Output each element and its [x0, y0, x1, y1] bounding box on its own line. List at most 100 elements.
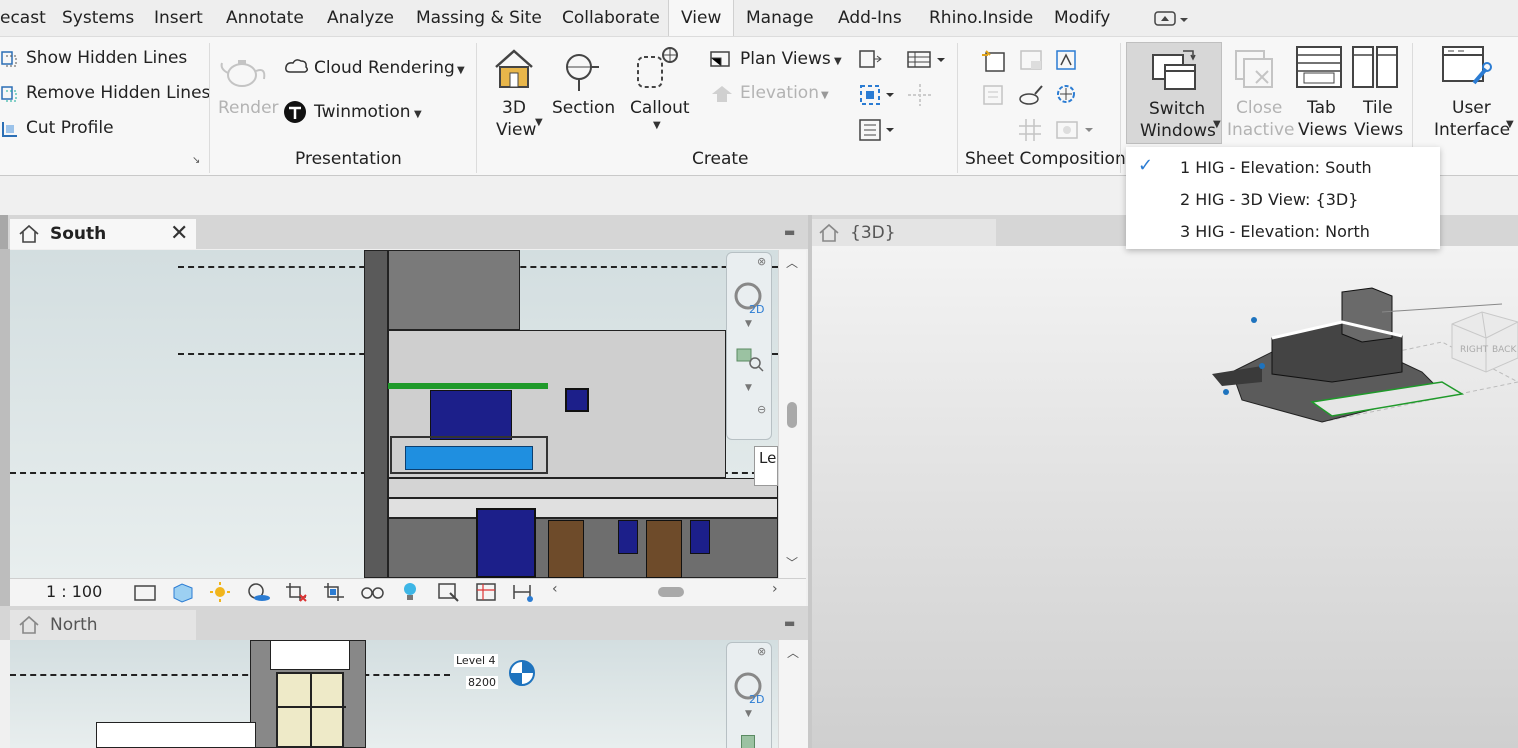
- panel-divider: [209, 43, 210, 173]
- chevron-down-icon[interactable]: ▼: [834, 56, 842, 67]
- ribbon-minimize-button[interactable]: [1152, 9, 1192, 29]
- cut-profile-button[interactable]: Cut Profile: [26, 118, 114, 138]
- detail-level-icon[interactable]: [132, 583, 158, 603]
- south-horizontal-scrollbar[interactable]: ‹ ›: [548, 579, 806, 605]
- visual-style-icon[interactable]: [170, 581, 196, 603]
- tab-add-ins[interactable]: Add-Ins: [838, 0, 902, 36]
- tab-rhino-inside[interactable]: Rhino.Inside: [929, 0, 1033, 36]
- tab-precast[interactable]: ecast: [0, 0, 46, 36]
- tab-systems[interactable]: Systems: [62, 0, 134, 36]
- chevron-down-icon[interactable]: ▼: [1506, 119, 1514, 130]
- worksharing-icon[interactable]: [474, 581, 500, 603]
- twinmotion-button[interactable]: Twinmotion: [314, 102, 411, 122]
- tile-views-button[interactable]: Views: [1354, 120, 1403, 140]
- chevron-down-icon[interactable]: ▼: [745, 383, 752, 393]
- tab-analyze[interactable]: Analyze: [327, 0, 394, 36]
- render-button[interactable]: Render: [218, 98, 279, 118]
- tab-views-button[interactable]: Views: [1298, 120, 1347, 140]
- tab-view[interactable]: View: [668, 0, 735, 36]
- navigation-bar[interactable]: ⊗ 2D ▼: [726, 642, 772, 748]
- panel-title-presentation: Presentation: [295, 149, 402, 169]
- show-hidden-lines-button[interactable]: Show Hidden Lines: [26, 48, 187, 68]
- tab-insert[interactable]: Insert: [154, 0, 203, 36]
- zoom-region-icon[interactable]: [735, 347, 765, 373]
- north-vertical-scrollbar[interactable]: ︿: [778, 640, 808, 748]
- level-head-icon[interactable]: [508, 658, 538, 688]
- guide-grid-icon[interactable]: [1017, 82, 1045, 108]
- elevation-button[interactable]: Elevation: [740, 83, 819, 103]
- window-transom: [278, 706, 346, 708]
- zoom-region-icon[interactable]: [741, 735, 755, 748]
- chevron-down-icon[interactable]: ▼: [745, 319, 752, 329]
- navigation-bar[interactable]: ⊗ 2D ▼ ▼ ⊖: [726, 252, 772, 440]
- chevron-down-icon[interactable]: ▼: [821, 90, 829, 101]
- crop-view-icon[interactable]: [284, 581, 310, 603]
- legends-icon[interactable]: [857, 117, 897, 143]
- close-inactive-button[interactable]: Inactive: [1227, 120, 1294, 140]
- menu-item-3d-view[interactable]: 2 HIG - 3D View: {3D}: [1180, 190, 1358, 209]
- callout-button[interactable]: Callout: [630, 98, 690, 118]
- level-name: Level 4: [454, 654, 498, 667]
- close-icon[interactable]: ⊗: [757, 645, 766, 658]
- 3d-view-canvas[interactable]: RIGHT BACK: [812, 246, 1518, 748]
- panel-launcher-icon[interactable]: ↘: [192, 155, 200, 166]
- close-icon[interactable]: ✕: [170, 219, 188, 249]
- south-elevation-canvas[interactable]: Le ⊗ 2D ▼ ▼ ⊖: [10, 250, 778, 578]
- chevron-down-icon[interactable]: ▼: [745, 709, 752, 719]
- switch-windows-label-line2: Windows: [1140, 121, 1216, 141]
- sun-path-icon[interactable]: [208, 581, 234, 603]
- minus-icon[interactable]: ⊖: [757, 403, 766, 416]
- matchline-icon[interactable]: [1053, 82, 1081, 108]
- scale-selector[interactable]: 1 : 100: [46, 582, 102, 601]
- tab-annotate[interactable]: Annotate: [226, 0, 304, 36]
- place-view-icon[interactable]: [1053, 47, 1081, 73]
- tab-overflow-icon[interactable]: ▬: [784, 225, 795, 239]
- chevron-down-icon[interactable]: ▼: [414, 109, 422, 120]
- 3d-view-button[interactable]: View: [496, 120, 536, 140]
- schedules-icon[interactable]: [906, 47, 946, 71]
- balcony-glass: [405, 446, 533, 470]
- tab-3d-view[interactable]: {3D}: [812, 219, 996, 247]
- tab-collaborate[interactable]: Collaborate: [562, 0, 660, 36]
- tab-overflow-icon[interactable]: ▬: [784, 616, 795, 630]
- reveal-hidden-icon[interactable]: [398, 581, 424, 603]
- chevron-down-icon[interactable]: ▼: [457, 65, 465, 76]
- chevron-down-icon[interactable]: ﹀: [786, 554, 798, 571]
- tab-modify[interactable]: Modify: [1054, 0, 1110, 36]
- plan-views-button[interactable]: Plan Views: [740, 49, 831, 69]
- north-elevation-canvas[interactable]: Level 4 8200 ⊗ 2D ▼ ︿: [10, 640, 808, 748]
- close-icon[interactable]: ⊗: [757, 255, 766, 268]
- scroll-thumb[interactable]: [658, 587, 684, 597]
- 2d-wheel-icon[interactable]: 2D: [733, 671, 767, 705]
- chevron-down-icon[interactable]: ▼: [653, 120, 661, 131]
- drafting-view-icon[interactable]: [857, 47, 883, 71]
- south-vertical-scrollbar[interactable]: ︿ ﹀: [778, 250, 806, 578]
- temporary-properties-icon[interactable]: [436, 581, 462, 603]
- switch-windows-button[interactable]: Switch Windows ▼: [1126, 42, 1222, 144]
- viewcube-icon[interactable]: RIGHT BACK: [1442, 298, 1518, 378]
- cloud-rendering-button[interactable]: Cloud Rendering: [314, 58, 455, 78]
- constraints-icon[interactable]: [510, 581, 536, 603]
- chevron-down-icon[interactable]: ▼: [535, 117, 543, 128]
- remove-hidden-lines-button[interactable]: Remove Hidden Lines: [26, 83, 210, 103]
- section-button[interactable]: Section: [552, 98, 615, 118]
- chevron-up-icon[interactable]: ︿: [786, 254, 798, 271]
- shadows-icon[interactable]: [246, 581, 272, 603]
- menu-item-elevation-north[interactable]: 3 HIG - Elevation: North: [1180, 222, 1370, 241]
- tab-massing-site[interactable]: Massing & Site: [416, 0, 542, 36]
- scope-box-icon[interactable]: [857, 82, 897, 108]
- chevron-left-icon[interactable]: ‹: [552, 581, 558, 597]
- scroll-thumb[interactable]: [787, 402, 797, 428]
- show-crop-region-icon[interactable]: [322, 581, 348, 603]
- tab-south-view[interactable]: South ✕: [10, 219, 196, 249]
- 2d-wheel-icon[interactable]: 2D: [733, 281, 767, 315]
- user-interface-button[interactable]: Interface: [1434, 120, 1510, 140]
- tile-views-label-line1: Tile: [1363, 98, 1393, 118]
- chevron-right-icon[interactable]: ›: [772, 581, 778, 597]
- menu-item-elevation-south[interactable]: 1 HIG - Elevation: South: [1180, 158, 1372, 177]
- chevron-up-icon[interactable]: ︿: [787, 644, 799, 661]
- new-sheet-icon[interactable]: [980, 47, 1008, 73]
- tab-north-view[interactable]: North: [10, 610, 196, 640]
- temporary-hide-icon[interactable]: [360, 581, 386, 603]
- tab-manage[interactable]: Manage: [746, 0, 814, 36]
